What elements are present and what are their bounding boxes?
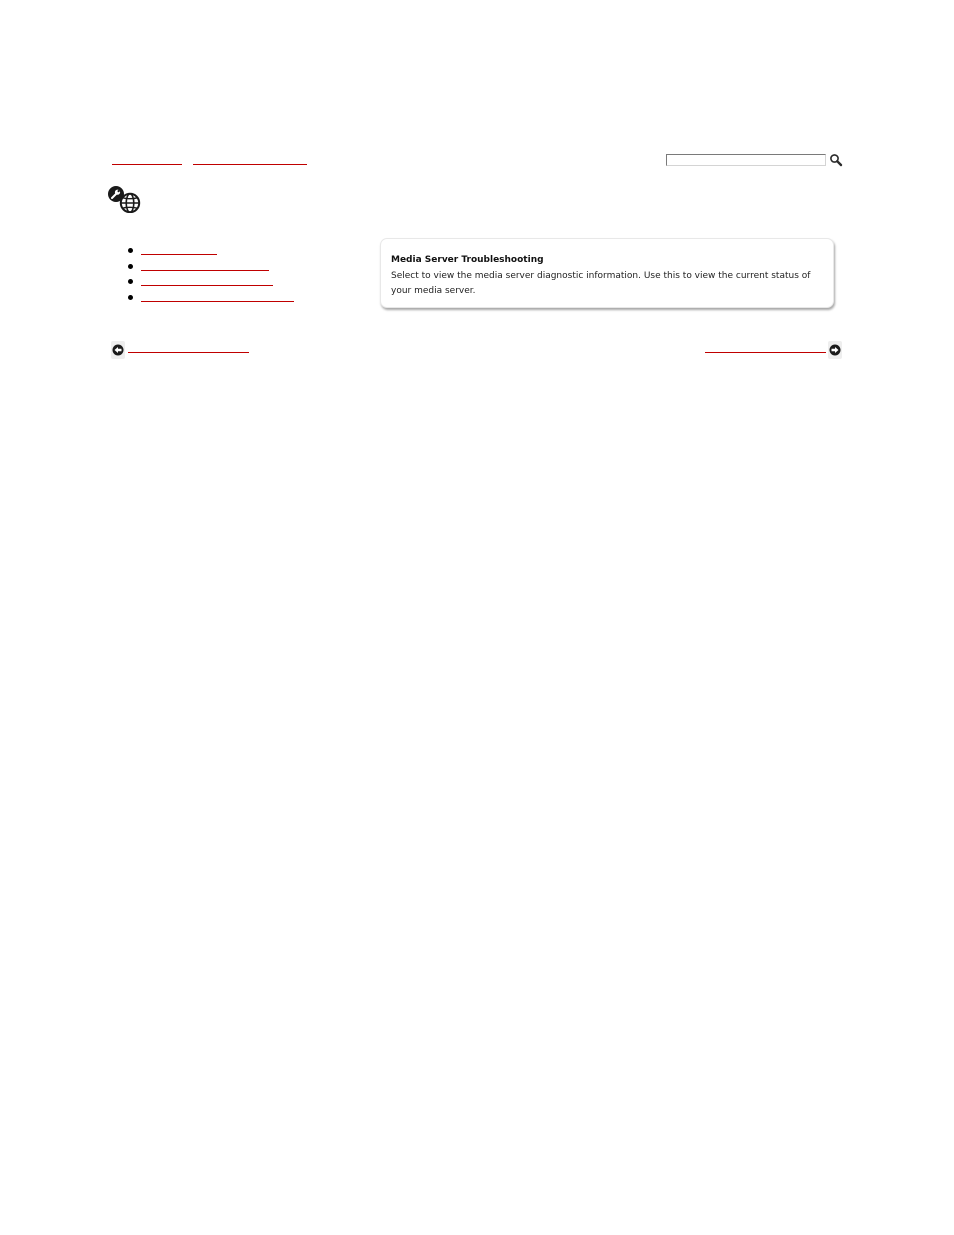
list-item <box>128 291 294 307</box>
bullet-icon <box>128 294 133 300</box>
next-link[interactable] <box>705 342 826 353</box>
breadcrumb-link-2[interactable] <box>193 155 307 165</box>
toc-list <box>128 244 294 306</box>
arrow-left-icon <box>112 344 124 356</box>
list-item <box>128 275 294 291</box>
magnifier-icon <box>829 154 843 170</box>
search-button[interactable] <box>829 153 843 167</box>
bullet-icon <box>128 263 133 269</box>
toc-link-3[interactable] <box>141 275 273 286</box>
list-item <box>128 260 294 276</box>
tools-globe-icon <box>107 185 143 214</box>
panel-title: Media Server Troubleshooting <box>391 255 544 265</box>
bullet-icon <box>128 248 133 253</box>
toc-link-4[interactable] <box>141 291 294 302</box>
next-button[interactable] <box>828 341 842 359</box>
toc-link-2[interactable] <box>141 260 269 271</box>
breadcrumb-link-1[interactable] <box>112 155 182 165</box>
bullet-icon <box>128 279 133 284</box>
toc-link-1[interactable] <box>141 244 217 255</box>
list-item <box>128 244 294 260</box>
prev-button[interactable] <box>111 341 125 359</box>
prev-link[interactable] <box>128 342 249 353</box>
arrow-right-icon <box>829 344 841 356</box>
info-panel: Media Server Troubleshooting Select to v… <box>380 238 834 308</box>
panel-description: Select to view the media server diagnost… <box>391 271 811 296</box>
search-input[interactable] <box>666 154 826 166</box>
